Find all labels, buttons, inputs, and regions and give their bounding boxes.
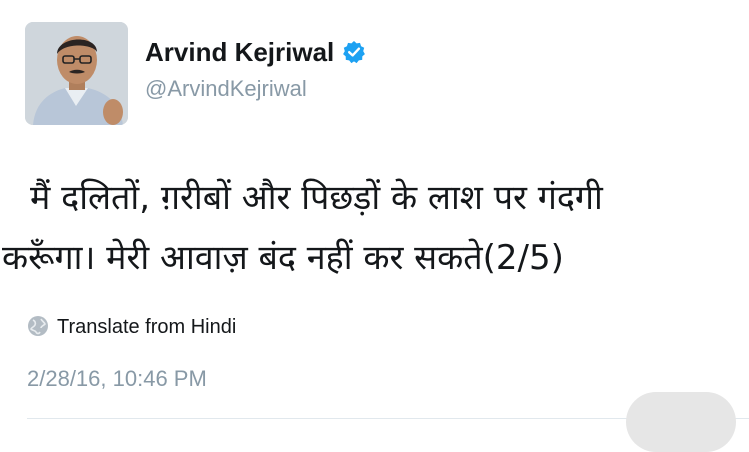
author-handle[interactable]: @ArvindKejriwal [145,76,307,102]
avatar[interactable] [25,22,128,125]
floating-button-edge [626,392,736,452]
avatar-photo [25,22,128,125]
translate-link[interactable]: Translate from Hindi [27,315,236,339]
tweet-card: Arvind Kejriwal @ArvindKejriwal मैं दलित… [0,0,749,452]
tweet-text-line: करूँगा। मेरी आवाज़ बंद नहीं कर सकते(2/5) [2,238,564,278]
tweet-text-line: मैं दलितों, ग़रीबों और पिछड़ों के लाश पर… [30,178,603,218]
verified-badge-icon [342,40,366,71]
globe-icon [28,316,48,336]
author-name-text[interactable]: Arvind Kejriwal [145,37,334,67]
tweet-timestamp[interactable]: 2/28/16, 10:46 PM [27,366,207,392]
author-name[interactable]: Arvind Kejriwal [145,37,366,71]
translate-label[interactable]: Translate from Hindi [57,316,236,338]
tweet-text: मैं दलितों, ग़रीबों और पिछड़ों के लाश पर… [0,168,745,288]
